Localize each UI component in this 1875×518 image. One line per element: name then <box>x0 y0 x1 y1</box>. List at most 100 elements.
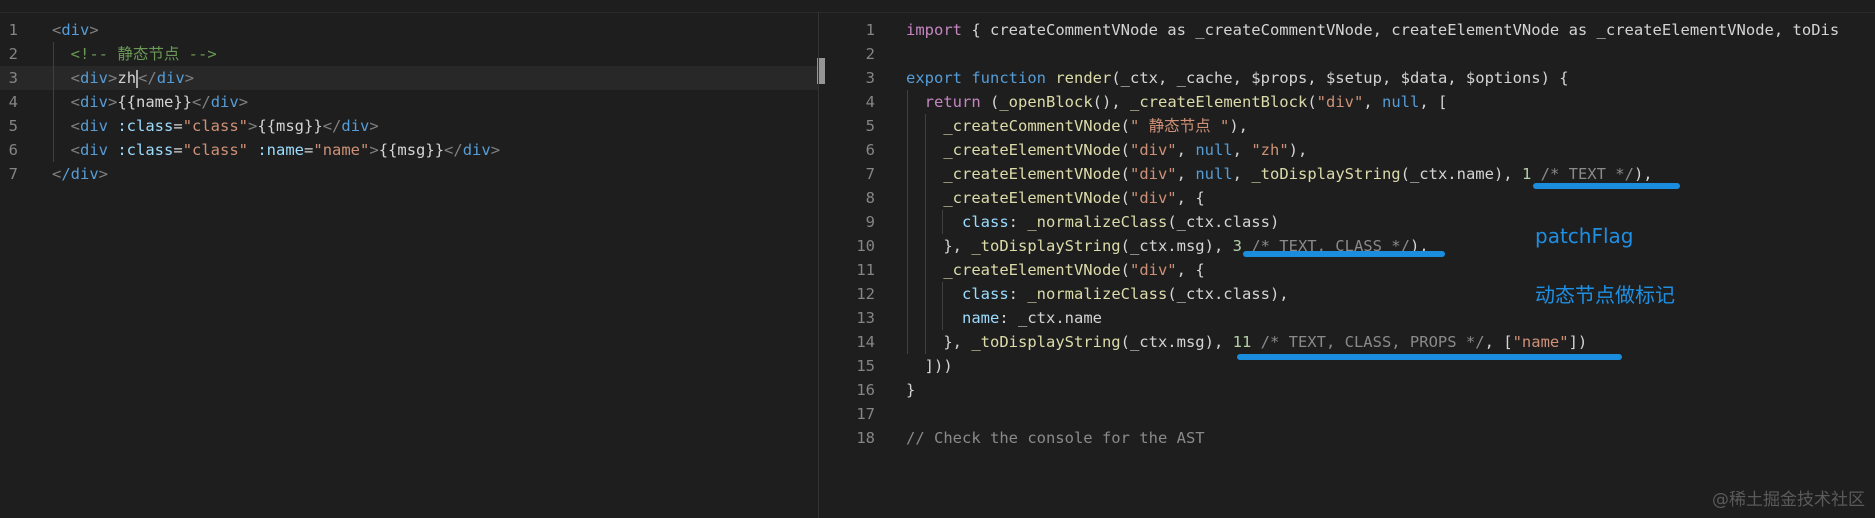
code-line[interactable]: 1 import { createCommentVNode as _createC… <box>819 18 1875 42</box>
code-token: 1 <box>1521 165 1532 183</box>
code-token: ])) <box>906 357 953 375</box>
code-line[interactable]: 3 export function render(_ctx, _cache, $p… <box>819 66 1875 90</box>
code-token: _createElementVNode <box>943 165 1121 183</box>
code-line[interactable]: 6 <div :class="class" :name="name">{{msg… <box>0 138 818 162</box>
code-token: , <box>1232 141 1252 159</box>
code-token: " 静态节点 " <box>1129 117 1230 135</box>
code-token: : _ctx.name <box>999 309 1102 327</box>
code-token: (_ctx.name), <box>1400 165 1522 183</box>
code-token: ]) <box>1568 333 1588 351</box>
code-token: ( <box>1307 93 1317 111</box>
code-token: null <box>1382 93 1420 111</box>
code-token: (_ctx.class) <box>1167 213 1280 231</box>
line-number: 13 <box>856 309 875 327</box>
code-token: /div <box>61 165 99 183</box>
code-text: <!-- 静态节点 --> <box>52 42 217 66</box>
code-token: 11 <box>1232 333 1252 351</box>
code-comparison-screenshot: 1 <div> 2 <!-- 静态节点 --> 3 <div>zh </div> 4 <d… <box>0 0 1875 518</box>
code-token: ), <box>1633 165 1653 183</box>
code-token: div <box>462 141 491 159</box>
code-token: }, <box>906 333 972 351</box>
annotation-underline-line-14 <box>1237 354 1622 360</box>
code-token: , [ <box>1484 333 1513 351</box>
vue-template-editor[interactable]: 1 <div> 2 <!-- 静态节点 --> 3 <div>zh </div> 4 <d… <box>0 12 818 518</box>
code-token: > <box>369 117 379 135</box>
indent-guide <box>53 42 54 162</box>
left-editor-pane[interactable]: 1 <div> 2 <!-- 静态节点 --> 3 <div>zh </div> 4 <d… <box>0 12 818 518</box>
code-token: , { <box>1176 189 1205 207</box>
code-token: div <box>80 141 109 159</box>
annotation-underline-line-7 <box>1533 183 1680 189</box>
code-token: > <box>98 165 109 183</box>
code-token: , <box>1176 141 1196 159</box>
line-number: 6 <box>8 141 18 159</box>
code-token: return <box>924 93 981 111</box>
code-token: (_ctx, _cache, $props, $setup, $data, $o… <box>1111 69 1569 87</box>
code-text: }, _toDisplayString(_ctx.msg), 11 /* TEX… <box>906 330 1587 354</box>
code-line[interactable]: 6 _createElementVNode("div", null, "zh")… <box>819 138 1875 162</box>
code-token: , <box>1176 165 1196 183</box>
code-text: <div :class="class" :name="name">{{msg}}… <box>52 138 500 162</box>
code-text: return (_openBlock(), _createElementBloc… <box>906 90 1448 114</box>
code-token: render <box>1055 69 1112 87</box>
code-line[interactable]: 9 class: _normalizeClass(_ctx.class) <box>819 210 1875 234</box>
code-line[interactable]: 16} <box>819 378 1875 402</box>
code-line[interactable]: 2 <!-- 静态节点 --> <box>0 42 818 66</box>
code-token: < <box>52 165 62 183</box>
code-line[interactable]: 4 <div>{{name}}</div> <box>0 90 818 114</box>
code-token: /* TEXT */ <box>1531 165 1634 183</box>
code-token: div <box>156 69 185 87</box>
line-number: 1 <box>865 21 875 39</box>
code-token: "div" <box>1129 261 1177 279</box>
line-number: 7 <box>865 165 875 183</box>
code-line[interactable]: 18 // Check the console for the AST <box>819 426 1875 450</box>
code-token: "div" <box>1129 189 1177 207</box>
code-line[interactable]: 5 <div :class="class">{{msg}}</div> <box>0 114 818 138</box>
code-token: <!-- 静态节点 --> <box>70 45 217 63</box>
code-line[interactable]: 7 </div> <box>0 162 818 186</box>
watermark: @稀土掘金技术社区 <box>1712 490 1865 510</box>
code-token: < <box>52 21 62 39</box>
code-token: _toDisplayString <box>971 237 1121 255</box>
line-number: 18 <box>856 429 875 447</box>
code-line[interactable]: 14 }, _toDisplayString(_ctx.msg), 11 /* … <box>819 330 1875 354</box>
code-text: class: _normalizeClass(_ctx.class), <box>906 282 1289 306</box>
code-token: _createElementVNode <box>943 189 1121 207</box>
code-line[interactable]: 11 _createElementVNode("div", { <box>819 258 1875 282</box>
line-number: 3 <box>865 69 875 87</box>
line-number: 12 <box>856 285 875 303</box>
dynamic-node-annotation: 动态节点做标记 <box>1535 283 1675 307</box>
code-token: ( <box>1120 189 1130 207</box>
code-line[interactable]: 7 _createElementVNode("div", null, _toDi… <box>819 162 1875 186</box>
code-line[interactable]: 12 class: _normalizeClass(_ctx.class), <box>819 282 1875 306</box>
code-line[interactable]: 4 return (_openBlock(), _createElementBl… <box>819 90 1875 114</box>
code-token: , [ <box>1419 93 1448 111</box>
code-token: > <box>369 141 379 159</box>
code-line[interactable]: 2 <box>819 42 1875 66</box>
indent-guide <box>907 90 908 354</box>
code-line[interactable]: 3 <div>zh </div> <box>0 66 818 90</box>
code-token: _normalizeClass <box>1027 285 1168 303</box>
code-token: div <box>341 117 370 135</box>
code-token: zh <box>117 69 137 87</box>
right-editor-pane[interactable]: 1 import { createCommentVNode as _createC… <box>818 12 1875 518</box>
code-text: class: _normalizeClass(_ctx.class) <box>906 210 1279 234</box>
code-token: }, <box>906 237 972 255</box>
code-text: <div :class="class">{{msg}}</div> <box>52 114 379 138</box>
code-token: _openBlock <box>999 93 1093 111</box>
code-line[interactable]: 8 _createElementVNode("div", { <box>819 186 1875 210</box>
code-token: div <box>80 117 109 135</box>
code-token: {{name}} <box>117 93 193 111</box>
code-token: "class" <box>182 141 249 159</box>
code-line[interactable]: 1 <div> <box>0 18 818 42</box>
code-line[interactable]: 5 _createCommentVNode(" 静态节点 "), <box>819 114 1875 138</box>
compiled-output-editor[interactable]: 1 import { createCommentVNode as _createC… <box>819 12 1875 518</box>
code-text: _createElementVNode("div", null, "zh"), <box>906 138 1307 162</box>
code-token: > <box>89 21 99 39</box>
code-line[interactable]: 17 <box>819 402 1875 426</box>
line-number: 10 <box>856 237 875 255</box>
code-line[interactable]: 13 name: _ctx.name <box>819 306 1875 330</box>
code-token: class <box>906 285 1009 303</box>
code-token: _createCommentVNode <box>943 117 1121 135</box>
